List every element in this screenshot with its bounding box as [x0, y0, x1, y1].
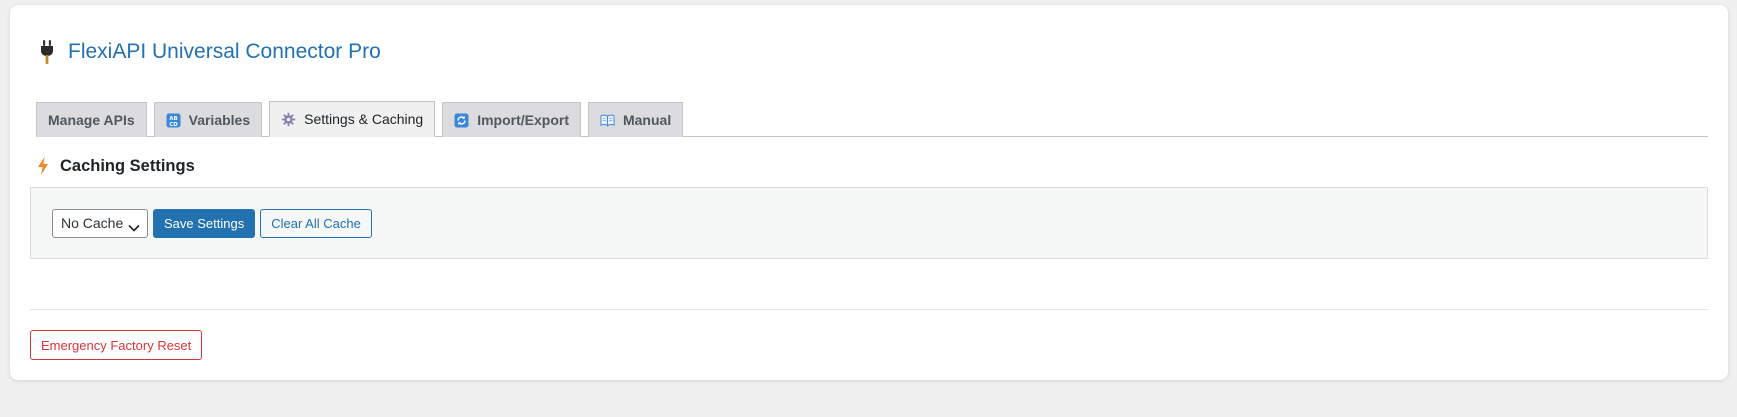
factory-reset-button[interactable]: Emergency Factory Reset: [30, 330, 203, 360]
main-card: FlexiAPI Universal Connector Pro Manage …: [10, 5, 1728, 380]
cache-mode-value: No Cache: [61, 215, 124, 231]
book-icon: [600, 113, 615, 128]
divider: [30, 309, 1708, 310]
tab-settings-caching[interactable]: Settings & Caching: [269, 101, 436, 137]
refresh-icon: [454, 113, 469, 128]
section-heading: Caching Settings: [36, 156, 195, 176]
section-title: Caching Settings: [60, 156, 195, 175]
plug-icon: [36, 38, 58, 66]
save-settings-button[interactable]: Save Settings: [153, 208, 256, 238]
cache-mode-select[interactable]: No Cache: [52, 208, 148, 238]
tab-label: Import/Export: [477, 112, 569, 128]
tab-bar: Manage APIs AB CD Variables Settings & C…: [36, 97, 1708, 137]
abcd-icon: AB CD: [166, 113, 181, 128]
cache-settings-panel: No Cache Save Settings Clear All Cache: [30, 187, 1708, 259]
tab-label: Manage APIs: [48, 112, 135, 128]
header: FlexiAPI Universal Connector Pro: [36, 38, 381, 66]
tab-label: Manual: [622, 112, 672, 128]
tab-label: Variables: [188, 112, 251, 128]
tab-manual[interactable]: Manual: [587, 102, 684, 137]
tab-label: Settings & Caching: [304, 111, 424, 127]
chevron-down-icon: [128, 219, 140, 232]
page-title: FlexiAPI Universal Connector Pro: [68, 40, 381, 63]
svg-text:CD: CD: [169, 122, 178, 128]
lightning-icon: [36, 156, 50, 176]
clear-cache-button[interactable]: Clear All Cache: [260, 208, 372, 238]
tab-variables[interactable]: AB CD Variables: [153, 102, 263, 137]
tab-import-export[interactable]: Import/Export: [442, 102, 581, 137]
tab-manage-apis[interactable]: Manage APIs: [36, 102, 147, 137]
gear-icon: [281, 112, 296, 127]
